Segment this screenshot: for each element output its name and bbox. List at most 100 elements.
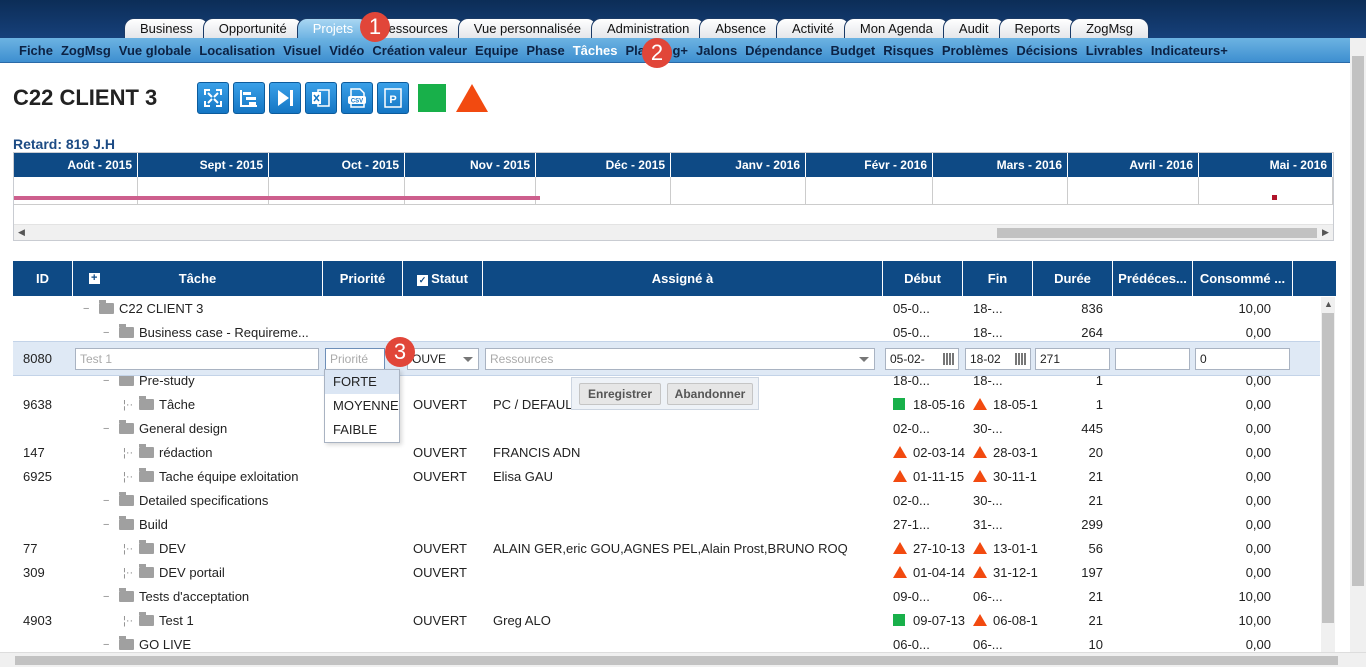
tree-toggle-icon[interactable]: ¦·· — [123, 609, 133, 633]
task-name-cell[interactable]: DEV — [139, 537, 331, 561]
task-name-cell[interactable]: Test 1 — [139, 609, 331, 633]
task-row[interactable]: 6925 ¦·· Tache équipe exloitation OUVERT Eli… — [13, 465, 1320, 489]
consumed-input[interactable]: 0 — [1195, 348, 1290, 370]
column-header-priorite[interactable]: Priorité — [323, 261, 403, 296]
status-select[interactable]: OUVE — [407, 348, 479, 370]
subnav-taches[interactable]: Tâches — [573, 43, 618, 58]
task-name-cell[interactable]: DEV portail — [139, 561, 331, 585]
scroll-right-icon[interactable]: ▶ — [1322, 227, 1329, 238]
tree-toggle-icon[interactable]: − — [83, 297, 89, 321]
task-row[interactable]: 309 ¦·· DEV portail OUVERT 01-04-14 31-12-1 19… — [13, 561, 1320, 585]
grid-vertical-scrollbar[interactable]: ▲ — [1321, 297, 1335, 652]
resources-select[interactable]: Ressources — [485, 348, 875, 370]
subnav-zogmsg[interactable]: ZogMsg — [61, 43, 111, 58]
page-vertical-scrollbar[interactable] — [1350, 38, 1366, 652]
tree-toggle-icon[interactable]: − — [103, 513, 109, 537]
priority-option-forte[interactable]: FORTE — [325, 370, 399, 394]
task-name-cell[interactable]: GO LIVE — [119, 633, 331, 652]
task-row[interactable]: − General design 02-0... 30-... 445 0,00 — [13, 417, 1320, 441]
ms-project-icon[interactable]: P — [377, 82, 409, 114]
subnav-budget[interactable]: Budget — [830, 43, 875, 58]
page-hscroll-thumb[interactable] — [15, 656, 1338, 665]
column-header-statut[interactable]: ✓ Statut — [403, 261, 483, 296]
task-name-cell[interactable]: Build — [119, 513, 331, 537]
page-horizontal-scrollbar[interactable] — [0, 652, 1366, 667]
task-row[interactable]: 4903 ¦·· Test 1 OUVERT Greg ALO 09-07-13 06-08… — [13, 609, 1320, 633]
tree-toggle-icon[interactable]: − — [103, 417, 109, 441]
start-date-input[interactable]: 05-02- — [885, 348, 959, 370]
priority-input[interactable]: Priorité — [325, 348, 385, 370]
priority-option-faible[interactable]: FAIBLE — [325, 418, 399, 442]
subnav-phase[interactable]: Phase — [526, 43, 564, 58]
tree-toggle-icon[interactable]: ¦·· — [123, 393, 133, 417]
end-date-input[interactable]: 18-02 — [965, 348, 1031, 370]
task-row[interactable]: 147 ¦·· rédaction OUVERT FRANCIS ADN 02-03-14… — [13, 441, 1320, 465]
cancel-button[interactable]: Abandonner — [667, 383, 753, 405]
tab-activite[interactable]: Activité — [775, 18, 850, 38]
tab-zogmsg[interactable]: ZogMsg — [1070, 18, 1150, 38]
tree-toggle-icon[interactable]: − — [103, 585, 109, 609]
subnav-dependance[interactable]: Dépendance — [745, 43, 822, 58]
tab-reports[interactable]: Reports — [998, 18, 1077, 38]
gantt-icon[interactable] — [233, 82, 265, 114]
subnav-decisions[interactable]: Décisions — [1016, 43, 1077, 58]
tab-administration[interactable]: Administration — [591, 18, 706, 38]
tree-toggle-icon[interactable]: − — [103, 633, 109, 652]
tab-audit[interactable]: Audit — [942, 18, 1005, 38]
task-name-cell[interactable]: rédaction — [139, 441, 331, 465]
tab-mon-agenda[interactable]: Mon Agenda — [843, 18, 949, 38]
task-name-cell[interactable]: Detailed specifications — [119, 489, 331, 513]
tree-toggle-icon[interactable]: ¦·· — [123, 537, 133, 561]
gantt-horizontal-scrollbar[interactable]: ◀ ▶ — [14, 224, 1333, 240]
subnav-indicateurs[interactable]: Indicateurs+ — [1151, 43, 1228, 58]
scroll-up-icon[interactable]: ▲ — [1324, 299, 1333, 309]
tab-opportunite[interactable]: Opportunité — [202, 18, 303, 38]
task-row[interactable]: − Build 27-1... 31-... 299 0,00 — [13, 513, 1320, 537]
grid-scroll-thumb[interactable] — [1322, 313, 1334, 623]
task-row[interactable]: − Tests d'acceptation 09-0... 06-... 21 10,00 — [13, 585, 1320, 609]
task-name-cell[interactable]: C22 CLIENT 3 — [99, 297, 331, 321]
column-header-consomme[interactable]: Consommé ... — [1193, 261, 1293, 296]
filter-checkbox-icon[interactable]: ✓ — [417, 275, 429, 286]
subnav-creation-valeur[interactable]: Création valeur — [372, 43, 467, 58]
csv-icon[interactable]: CSV — [341, 82, 373, 114]
column-header-predeces[interactable]: Prédéces... — [1113, 261, 1193, 296]
column-header-fin[interactable]: Fin — [963, 261, 1033, 296]
task-name-cell[interactable]: Tests d'acceptation — [119, 585, 331, 609]
task-row[interactable]: − GO LIVE 06-0... 06-... 10 0,00 — [13, 633, 1320, 652]
column-header-id[interactable]: ID — [13, 261, 73, 296]
task-row[interactable]: − Detailed specifications 02-0... 30-... 21 0… — [13, 489, 1320, 513]
subnav-jalons[interactable]: Jalons — [696, 43, 737, 58]
task-name-cell[interactable]: Tache équipe exloitation — [139, 465, 331, 489]
calendar-icon[interactable] — [1015, 353, 1027, 365]
save-button[interactable]: Enregistrer — [579, 383, 661, 405]
task-name-cell[interactable]: Tâche — [139, 393, 331, 417]
subnav-visuel[interactable]: Visuel — [283, 43, 321, 58]
task-name-input[interactable]: Test 1 — [75, 348, 319, 370]
tab-business[interactable]: Business — [124, 18, 209, 38]
subnav-equipe[interactable]: Equipe — [475, 43, 518, 58]
subnav-vue-globale[interactable]: Vue globale — [119, 43, 191, 58]
tree-toggle-icon[interactable]: ¦·· — [123, 441, 133, 465]
duration-input[interactable]: 271 — [1035, 348, 1110, 370]
tab-absence[interactable]: Absence — [699, 18, 782, 38]
column-header-duree[interactable]: Durée — [1033, 261, 1113, 296]
subnav-livrables[interactable]: Livrables — [1086, 43, 1143, 58]
page-scroll-thumb[interactable] — [1352, 56, 1364, 586]
subnav-risques[interactable]: Risques — [883, 43, 934, 58]
expand-all-icon[interactable]: + — [88, 273, 100, 284]
column-header-assigne-a[interactable]: Assigné à — [483, 261, 883, 296]
skip-end-icon[interactable] — [269, 82, 301, 114]
scroll-left-icon[interactable]: ◀ — [18, 227, 25, 238]
priority-option-moyenne[interactable]: MOYENNE — [325, 394, 399, 418]
gantt-scroll-thumb[interactable] — [997, 228, 1317, 238]
task-row[interactable]: − C22 CLIENT 3 05-0... 18-... 836 10,00 — [13, 297, 1320, 321]
tree-toggle-icon[interactable]: ¦·· — [123, 465, 133, 489]
task-row[interactable]: 77 ¦·· DEV OUVERT ALAIN GER,eric GOU,AGNES P… — [13, 537, 1320, 561]
column-header-debut[interactable]: Début — [883, 261, 963, 296]
predecessor-input[interactable] — [1115, 348, 1190, 370]
fullscreen-icon[interactable] — [197, 82, 229, 114]
tab-vue-personnalisee[interactable]: Vue personnalisée — [457, 18, 598, 38]
excel-icon[interactable] — [305, 82, 337, 114]
tree-toggle-icon[interactable]: − — [103, 489, 109, 513]
